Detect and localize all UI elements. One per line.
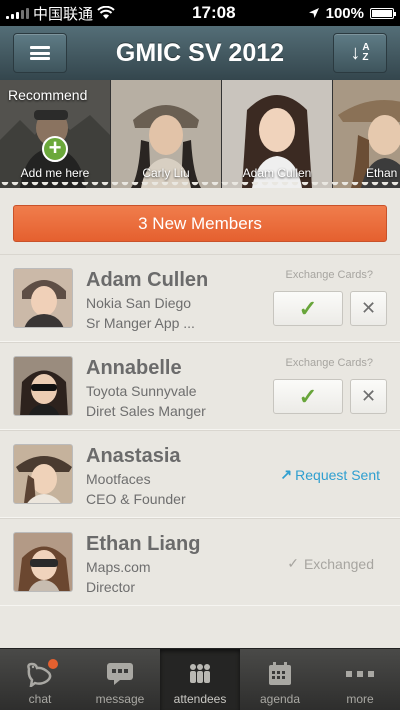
tab-bar: chat message attendees agenda more	[0, 648, 400, 710]
member-title: Sr Manger App ...	[86, 315, 195, 331]
menu-button[interactable]	[13, 33, 67, 73]
recommend-tile-carly-liu[interactable]: Carly Liu	[111, 80, 221, 188]
add-icon[interactable]: +	[42, 136, 68, 162]
speech-bubble-icon	[106, 659, 134, 689]
tab-agenda[interactable]: agenda	[240, 649, 320, 710]
battery-percent: 100%	[325, 4, 364, 22]
arrow-up-right-icon: ↗	[280, 466, 293, 482]
sort-button[interactable]: ↓ AZ	[333, 33, 387, 73]
tab-message[interactable]: message	[80, 649, 160, 710]
tab-more[interactable]: more	[320, 649, 400, 710]
dots-icon	[346, 659, 374, 689]
avatar	[13, 532, 73, 592]
tile-label: Adam Cullen	[242, 166, 312, 180]
member-company: Mootfaces	[86, 471, 151, 487]
decline-exchange-button[interactable]: ✕	[350, 291, 387, 326]
tile-label: Add me here	[20, 166, 90, 180]
recommend-label: Recommend	[8, 87, 88, 103]
accept-exchange-button[interactable]: ✓	[273, 291, 343, 326]
member-title: Diret Sales Manger	[86, 403, 206, 419]
tab-attendees[interactable]: attendees	[160, 649, 240, 710]
member-list: Adam Cullen Nokia San Diego Sr Manger Ap…	[0, 254, 400, 606]
accept-exchange-button[interactable]: ✓	[273, 379, 343, 414]
sort-az-icon: ↓ AZ	[350, 41, 370, 64]
decline-exchange-button[interactable]: ✕	[350, 379, 387, 414]
member-name: Ethan Liang	[86, 533, 201, 555]
close-icon: ✕	[360, 386, 377, 406]
list-item[interactable]: Adam Cullen Nokia San Diego Sr Manger Ap…	[0, 254, 400, 342]
recommend-tile-add-me[interactable]: Recommend + Add me here	[0, 80, 110, 188]
exchange-prompt: Exchange Cards?	[285, 357, 373, 369]
member-company: Toyota Sunnyvale	[86, 383, 197, 399]
exchange-prompt: Exchange Cards?	[285, 269, 373, 281]
request-sent-status: ↗ Request Sent	[280, 466, 380, 483]
checkmark-icon: ✓	[298, 383, 318, 409]
member-title: CEO & Founder	[86, 491, 186, 507]
recommend-tile-adam-cullen[interactable]: Adam Cullen	[222, 80, 332, 188]
status-bar: 中国联通 17:08 100%	[0, 0, 400, 26]
perforation-divider	[0, 182, 400, 192]
avatar	[13, 356, 73, 416]
status-time: 17:08	[192, 3, 236, 22]
member-title: Director	[86, 579, 136, 595]
recommend-tile-ethan-li[interactable]: Ethan Li	[333, 80, 400, 188]
list-item[interactable]: Ethan Liang Maps.com Director ✓ Exchange…	[0, 518, 400, 606]
battery-icon	[370, 7, 396, 19]
avatar	[13, 444, 73, 504]
checkmark-icon: ✓	[298, 295, 318, 321]
location-arrow-icon	[308, 8, 319, 18]
member-name: Anastasia	[86, 445, 181, 467]
nav-bar: GMIC SV 2012 ↓ AZ	[0, 26, 400, 80]
member-name: Annabelle	[86, 357, 182, 379]
tile-label: Carly Liu	[142, 166, 190, 180]
people-icon	[184, 659, 216, 689]
hamburger-icon	[30, 46, 50, 60]
notification-badge	[48, 659, 58, 669]
member-name: Adam Cullen	[86, 269, 209, 291]
carrier-label: 中国联通	[33, 5, 94, 23]
checkmark-icon: ✓	[287, 555, 299, 571]
signal-icon	[6, 7, 29, 19]
exchanged-status: ✓ Exchanged	[287, 555, 374, 572]
tile-label: Ethan Li	[365, 166, 400, 180]
avatar	[13, 268, 73, 328]
member-company: Maps.com	[86, 559, 151, 575]
new-members-button[interactable]: 3 New Members	[13, 205, 387, 242]
close-icon: ✕	[360, 298, 377, 318]
page-title: GMIC SV 2012	[115, 38, 285, 67]
list-item[interactable]: Anastasia Mootfaces CEO & Founder ↗ Requ…	[0, 430, 400, 518]
calendar-icon	[268, 659, 292, 689]
wifi-icon	[97, 6, 115, 19]
list-item[interactable]: Annabelle Toyota Sunnyvale Diret Sales M…	[0, 342, 400, 430]
tab-chat[interactable]: chat	[0, 649, 80, 710]
recommend-strip: Recommend + Add me here Carly Liu Adam C…	[0, 80, 400, 188]
member-company: Nokia San Diego	[86, 295, 192, 311]
